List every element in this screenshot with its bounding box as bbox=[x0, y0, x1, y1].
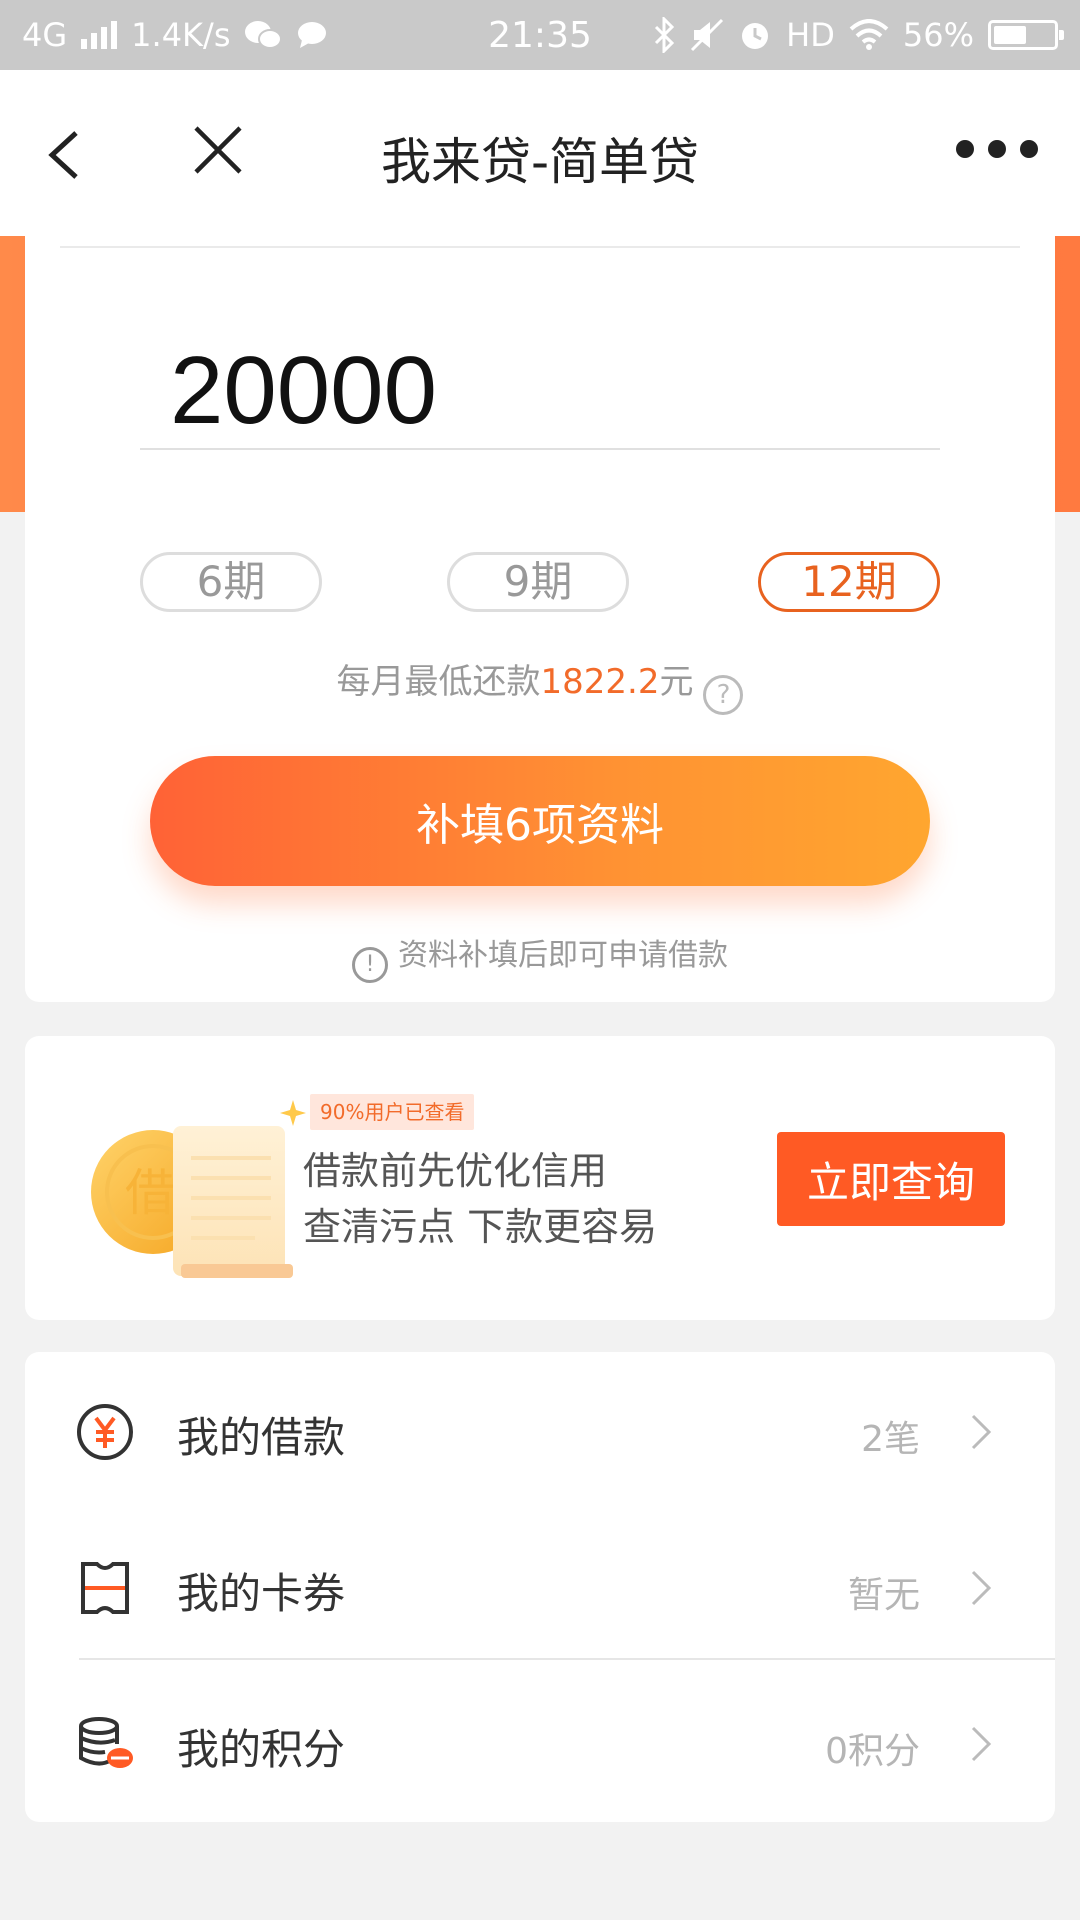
menu-value: 2笔 bbox=[861, 1419, 920, 1460]
monthly-amount: 1822.2 bbox=[540, 662, 660, 702]
network-speed: 1.4K/s bbox=[131, 16, 231, 54]
battery-icon bbox=[988, 20, 1064, 50]
status-bar: 4G 1.4K/s 21:35 HD 56% bbox=[0, 0, 1080, 70]
mute-icon bbox=[691, 18, 724, 52]
help-icon[interactable]: ? bbox=[703, 675, 744, 715]
monthly-payment: 每月最低还款1822.2元? bbox=[25, 654, 1055, 715]
amount-underline bbox=[140, 448, 940, 450]
message-icon bbox=[298, 22, 327, 48]
viewed-badge: 90%用户已查看 bbox=[310, 1094, 475, 1130]
chevron-right-icon bbox=[971, 1570, 992, 1606]
credit-headline: 借款前先优化信用 bbox=[303, 1149, 608, 1193]
menu-value: 0积分 bbox=[825, 1731, 920, 1772]
monthly-prefix: 每月最低还款 bbox=[336, 662, 541, 702]
credit-subline: 查清污点 下款更容易 bbox=[303, 1205, 658, 1249]
bluetooth-icon bbox=[655, 17, 675, 53]
more-icon[interactable] bbox=[956, 140, 1038, 158]
wechat-icon bbox=[245, 21, 283, 49]
menu-item-loans[interactable]: 我的借款 2笔 bbox=[25, 1352, 1055, 1508]
nav-bar: 我来贷-简单贷 bbox=[0, 70, 1080, 236]
coins-stack-icon bbox=[79, 1717, 133, 1768]
exclamation-icon: ! bbox=[352, 947, 388, 983]
yuan-circle-icon bbox=[77, 1404, 133, 1460]
card-divider bbox=[60, 246, 1020, 248]
status-left: 4G 1.4K/s bbox=[22, 16, 328, 54]
chevron-right-icon bbox=[971, 1726, 992, 1762]
menu-item-coupons[interactable]: 我的卡券 暂无 bbox=[25, 1508, 1055, 1664]
chevron-right-icon bbox=[971, 1414, 992, 1450]
fill-info-button[interactable]: 补填6项资料 bbox=[150, 756, 930, 886]
account-menu: 我的借款 2笔 我的卡券 暂无 我的积分 0积分 bbox=[25, 1352, 1055, 1822]
loan-amount-input[interactable]: 20000 bbox=[170, 336, 437, 446]
menu-label: 我的借款 bbox=[177, 1413, 346, 1462]
menu-value: 暂无 bbox=[847, 1575, 920, 1616]
battery-percent: 56% bbox=[902, 16, 974, 54]
hd-indicator: HD bbox=[786, 16, 835, 54]
coin-char: 借 bbox=[125, 1164, 175, 1222]
period-option-9[interactable]: 9期 bbox=[447, 552, 629, 612]
signal-icon bbox=[81, 21, 118, 49]
battery-level bbox=[994, 26, 1027, 44]
period-option-12[interactable]: 12期 bbox=[758, 552, 940, 612]
loan-card: 20000 6期 9期 12期 每月最低还款1822.2元? 补填6项资料 ! 资… bbox=[25, 236, 1055, 1002]
menu-label: 我的卡券 bbox=[177, 1569, 346, 1618]
page-title: 我来贷-简单贷 bbox=[380, 133, 700, 191]
menu-label: 我的积分 bbox=[177, 1725, 346, 1774]
credit-report-illustration: 借 bbox=[91, 1100, 306, 1278]
query-now-button[interactable]: 立即查询 bbox=[777, 1132, 1005, 1226]
info-notice: ! 资料补填后即可申请借款 bbox=[25, 930, 1055, 983]
credit-check-card: 借 90%用户已查看 借款前先优化信用 查清污点 下款更容易 立即查询 bbox=[25, 1036, 1055, 1320]
monthly-suffix: 元 bbox=[659, 662, 694, 702]
network-type: 4G bbox=[22, 16, 68, 54]
wifi-icon bbox=[849, 19, 889, 50]
alarm-icon bbox=[742, 23, 769, 49]
notice-text: 资料补填后即可申请借款 bbox=[398, 938, 728, 973]
menu-item-points[interactable]: 我的积分 0积分 bbox=[25, 1664, 1055, 1820]
status-right: HD 56% bbox=[652, 16, 1064, 54]
period-option-6[interactable]: 6期 bbox=[140, 552, 322, 612]
period-selector: 6期 9期 12期 bbox=[140, 552, 940, 612]
list-divider bbox=[79, 1658, 1055, 1660]
ticket-icon bbox=[81, 1562, 129, 1614]
